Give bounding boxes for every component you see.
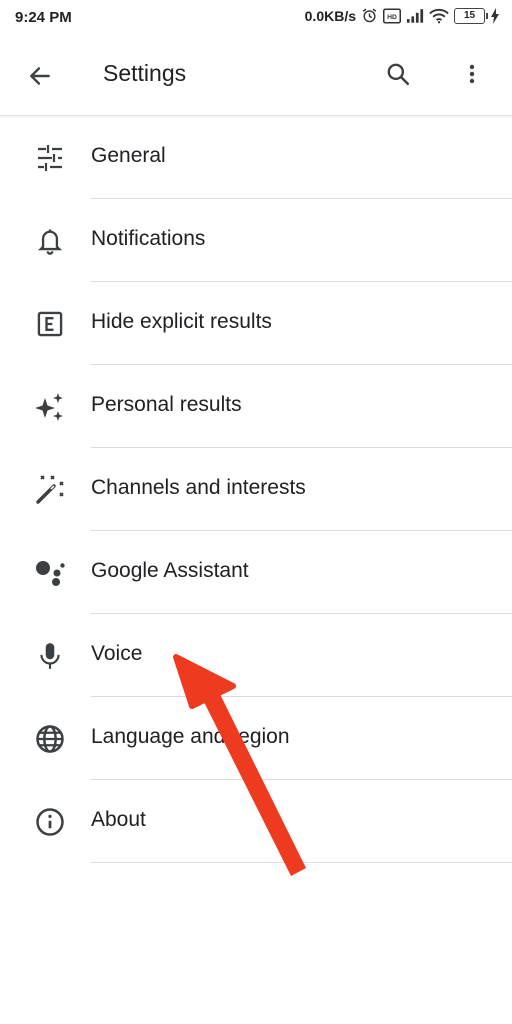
battery-level: 15 bbox=[463, 9, 476, 21]
settings-item-label: General bbox=[91, 144, 166, 167]
info-icon bbox=[32, 804, 68, 840]
magic-wand-icon bbox=[32, 472, 68, 508]
settings-item-channels[interactable]: Channels and interests bbox=[0, 448, 512, 531]
back-arrow-icon bbox=[30, 67, 50, 85]
search-button[interactable] bbox=[380, 56, 416, 92]
settings-item-label: Personal results bbox=[91, 393, 242, 416]
settings-item-label: Hide explicit results bbox=[91, 310, 272, 333]
settings-item-label: About bbox=[91, 808, 146, 831]
settings-item-personal-results[interactable]: Personal results bbox=[0, 365, 512, 448]
settings-item-hide-explicit[interactable]: Hide explicit results bbox=[0, 282, 512, 365]
more-vert-icon bbox=[469, 64, 475, 84]
settings-item-label: Notifications bbox=[91, 227, 206, 250]
settings-item-label: Language and region bbox=[91, 725, 290, 748]
settings-item-label: Channels and interests bbox=[91, 476, 306, 499]
mic-icon bbox=[32, 638, 68, 674]
explicit-icon bbox=[32, 306, 68, 342]
settings-item-notifications[interactable]: Notifications bbox=[0, 199, 512, 282]
settings-list: General Notifications Hide explicit resu… bbox=[0, 116, 512, 863]
page-title: Settings bbox=[103, 60, 187, 86]
sparkle-icon bbox=[32, 389, 68, 425]
settings-item-voice[interactable]: Voice bbox=[0, 614, 512, 697]
settings-item-google-assistant[interactable]: Google Assistant bbox=[0, 531, 512, 614]
svg-text:HD: HD bbox=[387, 14, 397, 21]
bell-icon bbox=[32, 223, 68, 259]
status-icons: 0.0KB/s HD 15 bbox=[305, 7, 500, 24]
divider bbox=[91, 862, 512, 863]
alarm-icon bbox=[362, 8, 377, 23]
back-button[interactable] bbox=[22, 58, 58, 94]
status-bar: 9:24 PM 0.0KB/s HD 15 bbox=[0, 0, 512, 34]
settings-item-language-region[interactable]: Language and region bbox=[0, 697, 512, 780]
settings-item-label: Voice bbox=[91, 642, 143, 665]
assistant-icon bbox=[32, 555, 68, 591]
status-time: 9:24 PM bbox=[15, 9, 72, 26]
signal-icon bbox=[406, 9, 424, 23]
volte-icon: HD bbox=[383, 8, 401, 23]
search-icon bbox=[387, 63, 410, 86]
settings-item-about[interactable]: About bbox=[0, 780, 512, 863]
globe-icon bbox=[32, 721, 68, 757]
battery-icon: 15 bbox=[454, 7, 488, 24]
charging-icon bbox=[491, 7, 499, 24]
wifi-icon bbox=[429, 8, 449, 23]
more-options-button[interactable] bbox=[454, 56, 490, 92]
settings-item-general[interactable]: General bbox=[0, 116, 512, 199]
tune-icon bbox=[32, 140, 68, 176]
network-speed: 0.0KB/s bbox=[304, 7, 356, 24]
settings-item-label: Google Assistant bbox=[91, 559, 249, 582]
app-bar: Settings bbox=[0, 34, 512, 116]
